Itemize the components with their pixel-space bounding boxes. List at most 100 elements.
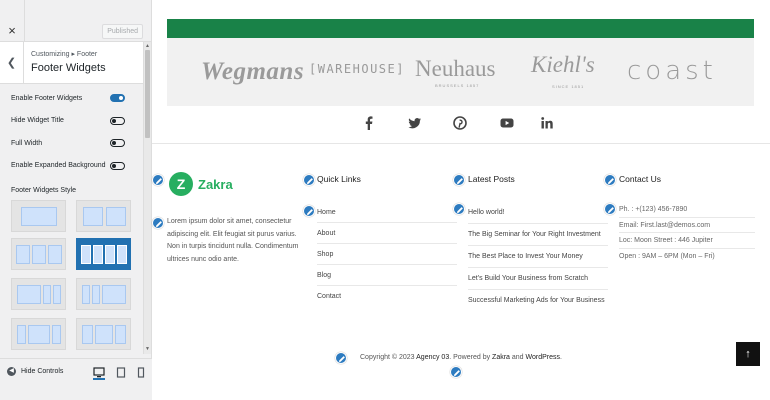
edit-about-widget-button[interactable] <box>152 217 164 229</box>
zakra-logo-icon: Z <box>169 172 193 196</box>
edit-contact-title-button[interactable] <box>604 174 616 186</box>
enable-footer-widgets-toggle[interactable] <box>110 94 125 103</box>
pencil-icon <box>457 207 463 213</box>
pinterest-icon[interactable] <box>453 115 467 131</box>
edit-logo-widget-button[interactable] <box>152 174 164 186</box>
pencil-icon <box>608 178 614 184</box>
copyright-prefix: Copyright © 2023 <box>360 354 417 361</box>
post-link[interactable]: Let's Build Your Business from Scratch <box>468 268 608 290</box>
site-name-link[interactable]: Agency 03 <box>416 354 449 361</box>
hide-controls-button[interactable]: ◀ Hide Controls <box>7 367 63 376</box>
footer-logo[interactable]: Z Zakra <box>169 172 233 196</box>
pencil-icon <box>156 221 162 227</box>
style-option-wide-right[interactable] <box>76 278 131 310</box>
section-header: ❮ Customizing ▸ Footer Footer Widgets <box>0 42 151 84</box>
panel-body: Enable Footer Widgets Hide Widget Title … <box>0 84 144 354</box>
contact-email: Email: First.last@demos.com <box>619 218 755 233</box>
latest-posts-title: Latest Posts <box>468 174 515 184</box>
style-option-mixed[interactable] <box>76 318 131 350</box>
hide-controls-label: Hide Controls <box>21 368 64 375</box>
youtube-icon[interactable] <box>500 115 514 131</box>
pencil-icon <box>156 178 162 184</box>
toggle-label: Enable Footer Widgets <box>11 94 83 102</box>
tablet-icon <box>116 367 126 378</box>
desktop-preview-button[interactable] <box>93 365 105 380</box>
tablet-preview-button[interactable] <box>115 365 127 378</box>
published-button[interactable]: Published <box>102 24 143 39</box>
scroll-to-top-button[interactable]: ↑ <box>736 342 760 366</box>
copyright-end: . <box>560 354 562 361</box>
green-banner <box>167 19 754 38</box>
footer-widgets-style-label: Footer Widgets Style <box>11 187 76 194</box>
toggle-row-full-width: Full Width <box>0 132 144 155</box>
expanded-background-toggle[interactable] <box>110 161 125 170</box>
contact-us-title: Contact Us <box>619 174 662 184</box>
facebook-icon[interactable] <box>362 115 376 131</box>
panel-top-bar: × Published <box>0 0 151 42</box>
toggle-row-hide-widget-title: Hide Widget Title <box>0 110 144 133</box>
edit-bottom-bar-button[interactable] <box>450 366 462 378</box>
post-link[interactable]: Hello world! <box>468 202 608 224</box>
style-option-1-column[interactable] <box>11 200 66 232</box>
scroll-thumb[interactable] <box>145 50 150 138</box>
full-width-toggle[interactable] <box>110 139 125 148</box>
mobile-icon <box>137 367 145 378</box>
brand-logo-kiehls: Kiehl's <box>531 52 595 77</box>
brand-logo-warehouse: [WAREHOUSE] <box>309 62 405 76</box>
mobile-preview-button[interactable] <box>135 365 147 378</box>
chevron-left-icon: ❮ <box>6 57 17 69</box>
style-option-2-columns[interactable] <box>76 200 131 232</box>
pencil-icon <box>457 178 463 184</box>
footer-top-divider <box>152 143 770 144</box>
latest-posts-list: Hello world! The Big Seminar for Your Ri… <box>468 202 608 311</box>
twitter-icon[interactable] <box>408 115 422 131</box>
back-button[interactable]: ❮ <box>0 42 24 84</box>
quick-link-home[interactable]: Home <box>317 202 457 223</box>
close-customizer-button[interactable]: × <box>0 0 25 42</box>
post-link[interactable]: The Best Place to Invest Your Money <box>468 246 608 268</box>
quick-link-shop[interactable]: Shop <box>317 244 457 265</box>
customizer-panel: × Published ❮ Customizing ▸ Footer Foote… <box>0 0 152 400</box>
brand-logo-wegmans: Wegmans <box>201 58 305 85</box>
post-link[interactable]: The Big Seminar for Your Right Investmen… <box>468 224 608 246</box>
contact-phone: Ph. : +(123) 456-7890 <box>619 202 755 218</box>
arrow-up-icon: ↑ <box>745 348 751 360</box>
quick-links-title: Quick Links <box>317 174 361 184</box>
scroll-down-icon[interactable]: ▼ <box>145 346 150 352</box>
quick-link-contact[interactable]: Contact <box>317 286 457 307</box>
panel-scrollbar[interactable]: ▲ ▼ <box>143 42 151 354</box>
zakra-link[interactable]: Zakra <box>492 354 510 361</box>
quick-link-blog[interactable]: Blog <box>317 265 457 286</box>
style-option-wide-left[interactable] <box>11 278 66 310</box>
social-icons <box>352 115 554 135</box>
style-option-wide-center[interactable] <box>11 318 66 350</box>
edit-quick-links-title-button[interactable] <box>303 174 315 186</box>
collapse-arrow-icon: ◀ <box>7 367 16 376</box>
footer-about-text: Lorem ipsum dolor sit amet, consectetur … <box>167 218 299 263</box>
breadcrumb: Customizing ▸ Footer <box>31 51 98 58</box>
powered-by-text: . Powered by <box>449 354 493 361</box>
toggle-row-expanded-background: Enable Expanded Background <box>0 155 144 178</box>
toggle-label: Full Width <box>11 139 43 147</box>
scroll-up-icon[interactable]: ▲ <box>145 43 150 49</box>
contact-location: Loc: Moon Street : 446 Jupiter <box>619 233 755 249</box>
post-link[interactable]: Successful Marketing Ads for Your Busine… <box>468 290 608 311</box>
edit-latest-posts-title-button[interactable] <box>453 174 465 186</box>
brand-logo-neuhaus: Neuhaus <box>415 56 496 81</box>
pencil-icon <box>454 370 460 376</box>
quick-links-list: Home About Shop Blog Contact <box>317 202 457 307</box>
brand-logo-strip: Wegmans [WAREHOUSE] Neuhaus BRUSSELS 185… <box>167 38 754 106</box>
brand-logo-coast: coast <box>627 56 717 86</box>
pencil-icon <box>608 207 614 213</box>
brand-logo-kiehls-tagline: SINCE 1851 <box>552 84 585 89</box>
style-option-4-columns[interactable] <box>76 238 131 270</box>
hide-widget-title-toggle[interactable] <box>110 116 125 125</box>
wordpress-link[interactable]: WordPress <box>526 354 561 361</box>
section-title: Footer Widgets <box>31 62 106 74</box>
linkedin-icon[interactable] <box>540 115 554 131</box>
style-option-3-columns[interactable] <box>11 238 66 270</box>
quick-link-about[interactable]: About <box>317 223 457 244</box>
desktop-icon <box>93 367 105 378</box>
toggle-label: Enable Expanded Background <box>11 162 106 170</box>
pencil-icon <box>307 178 313 184</box>
